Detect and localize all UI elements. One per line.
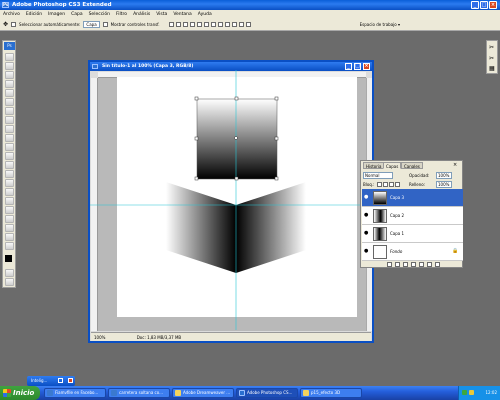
lock-label: Bloq.: bbox=[363, 182, 375, 187]
layer-mask-icon[interactable] bbox=[403, 262, 408, 267]
layer-thumbnail bbox=[373, 245, 387, 259]
layer-row-fondo[interactable]: ● Fondo 🔒 bbox=[362, 243, 463, 261]
task-label: p15_efecto 3D bbox=[311, 390, 341, 395]
task-photoshop[interactable]: Adobe Photoshop CS... bbox=[236, 388, 298, 398]
task-label: Adobe Dreamweaver ... bbox=[183, 390, 231, 395]
visibility-eye-icon[interactable]: ● bbox=[364, 231, 370, 236]
transform-center-point[interactable] bbox=[234, 136, 238, 140]
tray-volume-icon[interactable] bbox=[469, 390, 474, 395]
layer-row-capa-2[interactable]: ● Capa 2 bbox=[362, 207, 463, 225]
layer-thumbnail bbox=[373, 227, 387, 241]
layer-row-capa-3[interactable]: ● Capa 3 bbox=[362, 189, 463, 207]
lock-transparency-icon[interactable] bbox=[377, 182, 382, 187]
clock[interactable]: 12:02 bbox=[485, 390, 497, 395]
task-facebook[interactable]: Fiamvfile en Facebo... bbox=[44, 388, 106, 398]
minimized-document-window[interactable]: Intelig... bbox=[27, 376, 75, 386]
lock-position-icon[interactable] bbox=[389, 182, 394, 187]
layer-name: Capa 2 bbox=[390, 213, 405, 218]
lock-pixels-icon[interactable] bbox=[383, 182, 388, 187]
layer-row-capa-1[interactable]: ● Capa 1 bbox=[362, 225, 463, 243]
minwin-restore-button[interactable] bbox=[58, 378, 63, 383]
blend-mode-dropdown[interactable]: Normal bbox=[363, 172, 393, 179]
task-label: carretera soltana co... bbox=[119, 390, 163, 395]
tray-network-icon[interactable] bbox=[462, 390, 467, 395]
browser-icon bbox=[47, 390, 53, 396]
tab-canales[interactable]: Canales bbox=[401, 162, 423, 169]
visibility-eye-icon[interactable]: ● bbox=[364, 213, 370, 218]
layer-name: Capa 1 bbox=[390, 231, 405, 236]
folder-icon bbox=[303, 390, 309, 396]
layer-name: Fondo bbox=[390, 249, 403, 254]
new-layer-icon[interactable] bbox=[427, 262, 432, 267]
browser-icon bbox=[111, 390, 117, 396]
adjustment-layer-icon[interactable] bbox=[411, 262, 416, 267]
lock-buttons bbox=[377, 182, 400, 187]
minwin-close-button[interactable] bbox=[68, 378, 73, 383]
panel-close-icon[interactable]: × bbox=[453, 162, 457, 168]
opacity-field[interactable]: 100% bbox=[436, 172, 452, 179]
layer-thumbnail bbox=[373, 209, 387, 223]
layer-bottom-buttons bbox=[387, 262, 440, 267]
folder-icon bbox=[175, 390, 181, 396]
photoshop-icon bbox=[239, 390, 245, 396]
fill-field[interactable]: 100% bbox=[436, 181, 452, 188]
task-carretera[interactable]: carretera soltana co... bbox=[108, 388, 170, 398]
link-layers-icon[interactable] bbox=[387, 262, 392, 267]
task-label: Fiamvfile en Facebo... bbox=[55, 390, 99, 395]
task-dreamweaver[interactable]: Adobe Dreamweaver ... bbox=[172, 388, 234, 398]
layers-panel: Historia Capas Canales × Normal Opacidad… bbox=[360, 160, 463, 268]
system-tray: 12:02 bbox=[458, 386, 500, 400]
windows-logo-icon bbox=[3, 389, 11, 397]
fill-label: Relleno: bbox=[409, 182, 426, 187]
start-label: Inicio bbox=[13, 389, 35, 397]
task-label: Adobe Photoshop CS... bbox=[247, 390, 293, 395]
lock-all-icon[interactable] bbox=[395, 182, 400, 187]
new-group-icon[interactable] bbox=[419, 262, 424, 267]
taskbar: Inicio Fiamvfile en Facebo... carretera … bbox=[0, 386, 500, 400]
tab-capas[interactable]: Capas bbox=[383, 162, 402, 169]
visibility-eye-icon[interactable]: ● bbox=[364, 195, 370, 200]
tab-historia[interactable]: Historia bbox=[363, 162, 385, 169]
minimized-label: Intelig... bbox=[31, 378, 48, 383]
task-p15-efecto[interactable]: p15_efecto 3D bbox=[300, 388, 362, 398]
layer-name: Capa 3 bbox=[390, 195, 405, 200]
lock-icon: 🔒 bbox=[452, 248, 459, 254]
opacity-label: Opacidad: bbox=[409, 173, 430, 178]
layer-style-icon[interactable] bbox=[395, 262, 400, 267]
start-button[interactable]: Inicio bbox=[0, 386, 40, 400]
delete-layer-icon[interactable] bbox=[435, 262, 440, 267]
visibility-eye-icon[interactable]: ● bbox=[364, 249, 370, 254]
layer-thumbnail bbox=[373, 191, 387, 205]
